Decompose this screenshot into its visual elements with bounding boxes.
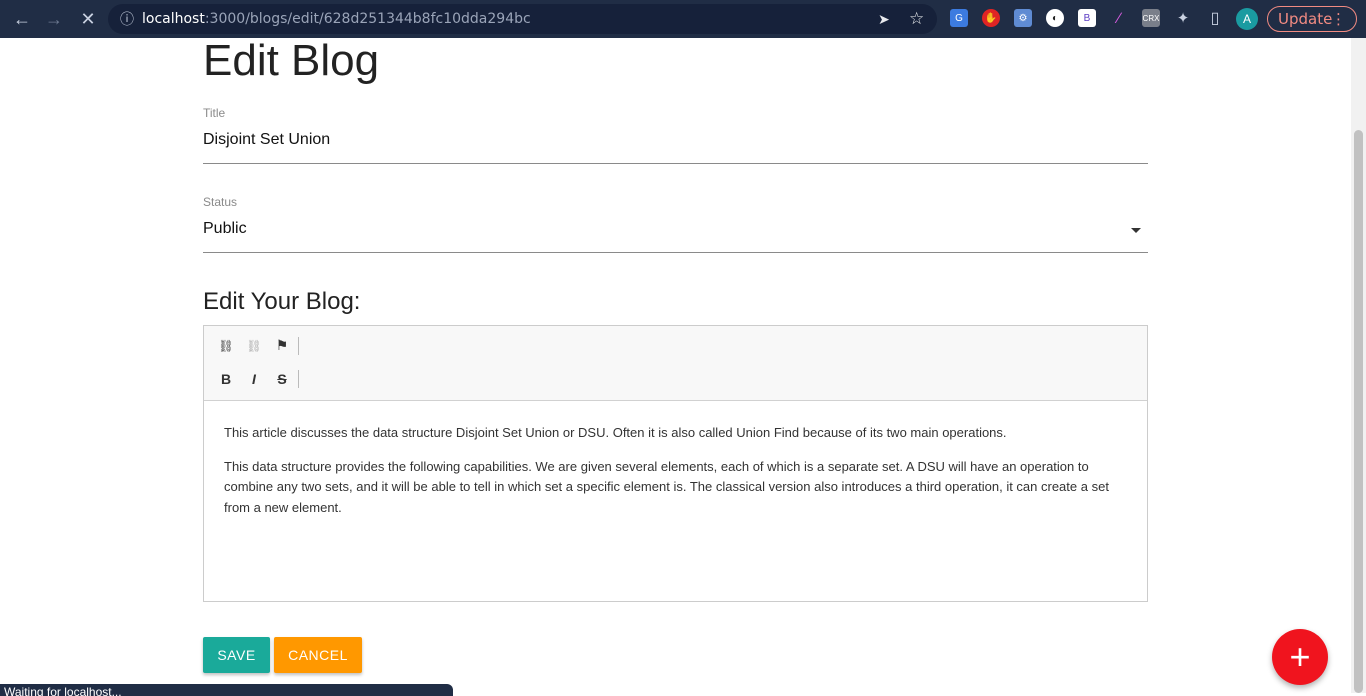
unlink-icon[interactable]: ⛓ bbox=[244, 336, 264, 356]
puzzle-icon[interactable]: ✦ bbox=[1174, 9, 1192, 27]
settings-extension-icon[interactable]: ⚙ bbox=[1014, 9, 1032, 27]
scrollbar-thumb[interactable] bbox=[1354, 130, 1363, 693]
strikethrough-button[interactable]: S bbox=[272, 369, 292, 389]
url-text[interactable]: localhost:3000/blogs/edit/628d251344b8fc… bbox=[142, 11, 531, 27]
b-extension-icon[interactable]: B bbox=[1078, 9, 1096, 27]
title-underline bbox=[203, 163, 1148, 164]
more-menu-icon: ⋮ bbox=[1331, 10, 1346, 28]
sidebar-icon[interactable]: ▯ bbox=[1206, 9, 1224, 27]
chevron-down-icon[interactable] bbox=[1131, 228, 1141, 233]
status-select[interactable]: Public bbox=[203, 220, 247, 238]
translate-extension-icon[interactable]: G bbox=[950, 9, 968, 27]
url-host: localhost bbox=[142, 11, 205, 27]
status-underline bbox=[203, 252, 1148, 253]
page-title: Edit Blog bbox=[203, 36, 380, 85]
update-label: Update bbox=[1278, 10, 1333, 28]
cancel-button[interactable]: CANCEL bbox=[274, 637, 362, 673]
add-fab-button[interactable]: + bbox=[1272, 629, 1328, 685]
send-icon[interactable]: ➤ bbox=[878, 11, 890, 28]
circle-extension-icon[interactable]: ◐ bbox=[1046, 9, 1064, 27]
bookmark-star-icon[interactable]: ☆ bbox=[909, 9, 924, 29]
editor-toolbar: ⛓ ⛓ ⚑ B I S bbox=[204, 326, 1147, 401]
editor-heading: Edit Your Blog: bbox=[203, 288, 361, 315]
anchor-flag-icon[interactable]: ⚑ bbox=[272, 335, 292, 355]
title-label: Title bbox=[203, 106, 226, 120]
rich-text-editor[interactable]: ⛓ ⛓ ⚑ B I S This article discusses the d… bbox=[203, 325, 1148, 602]
browser-toolbar: ← → ✕ ⓘ localhost:3000/blogs/edit/628d25… bbox=[0, 0, 1366, 38]
toolbar-separator bbox=[298, 337, 299, 355]
link-icon[interactable]: ⛓ bbox=[216, 336, 236, 356]
status-bubble: Waiting for localhost... bbox=[0, 684, 453, 696]
profile-avatar[interactable]: A bbox=[1236, 8, 1258, 30]
site-info-icon[interactable]: ⓘ bbox=[120, 9, 134, 29]
content-paragraph: This article discusses the data structur… bbox=[224, 425, 1007, 440]
forward-icon[interactable]: → bbox=[43, 8, 65, 30]
stop-loading-icon[interactable]: ✕ bbox=[77, 8, 99, 30]
feather-extension-icon[interactable]: ∕ bbox=[1110, 9, 1128, 27]
page-scrollbar[interactable] bbox=[1351, 38, 1366, 693]
toolbar-separator bbox=[298, 370, 299, 388]
bold-button[interactable]: B bbox=[216, 369, 236, 389]
status-label: Status bbox=[203, 195, 238, 209]
content-paragraph: This data structure provides the followi… bbox=[224, 458, 1109, 515]
adblock-extension-icon[interactable]: ✋ bbox=[982, 9, 1000, 27]
crx-extension-icon[interactable]: CRX bbox=[1142, 9, 1160, 27]
title-input[interactable]: Disjoint Set Union bbox=[203, 131, 330, 149]
editor-content[interactable]: This article discusses the data structur… bbox=[204, 401, 1147, 553]
save-button[interactable]: SAVE bbox=[203, 637, 270, 673]
address-bar[interactable]: ⓘ localhost:3000/blogs/edit/628d251344b8… bbox=[108, 4, 937, 34]
update-button[interactable]: Update ⋮ bbox=[1267, 6, 1357, 32]
back-icon[interactable]: ← bbox=[11, 8, 33, 30]
url-path: :3000/blogs/edit/628d251344b8fc10dda294b… bbox=[204, 11, 531, 27]
italic-button[interactable]: I bbox=[244, 369, 264, 389]
